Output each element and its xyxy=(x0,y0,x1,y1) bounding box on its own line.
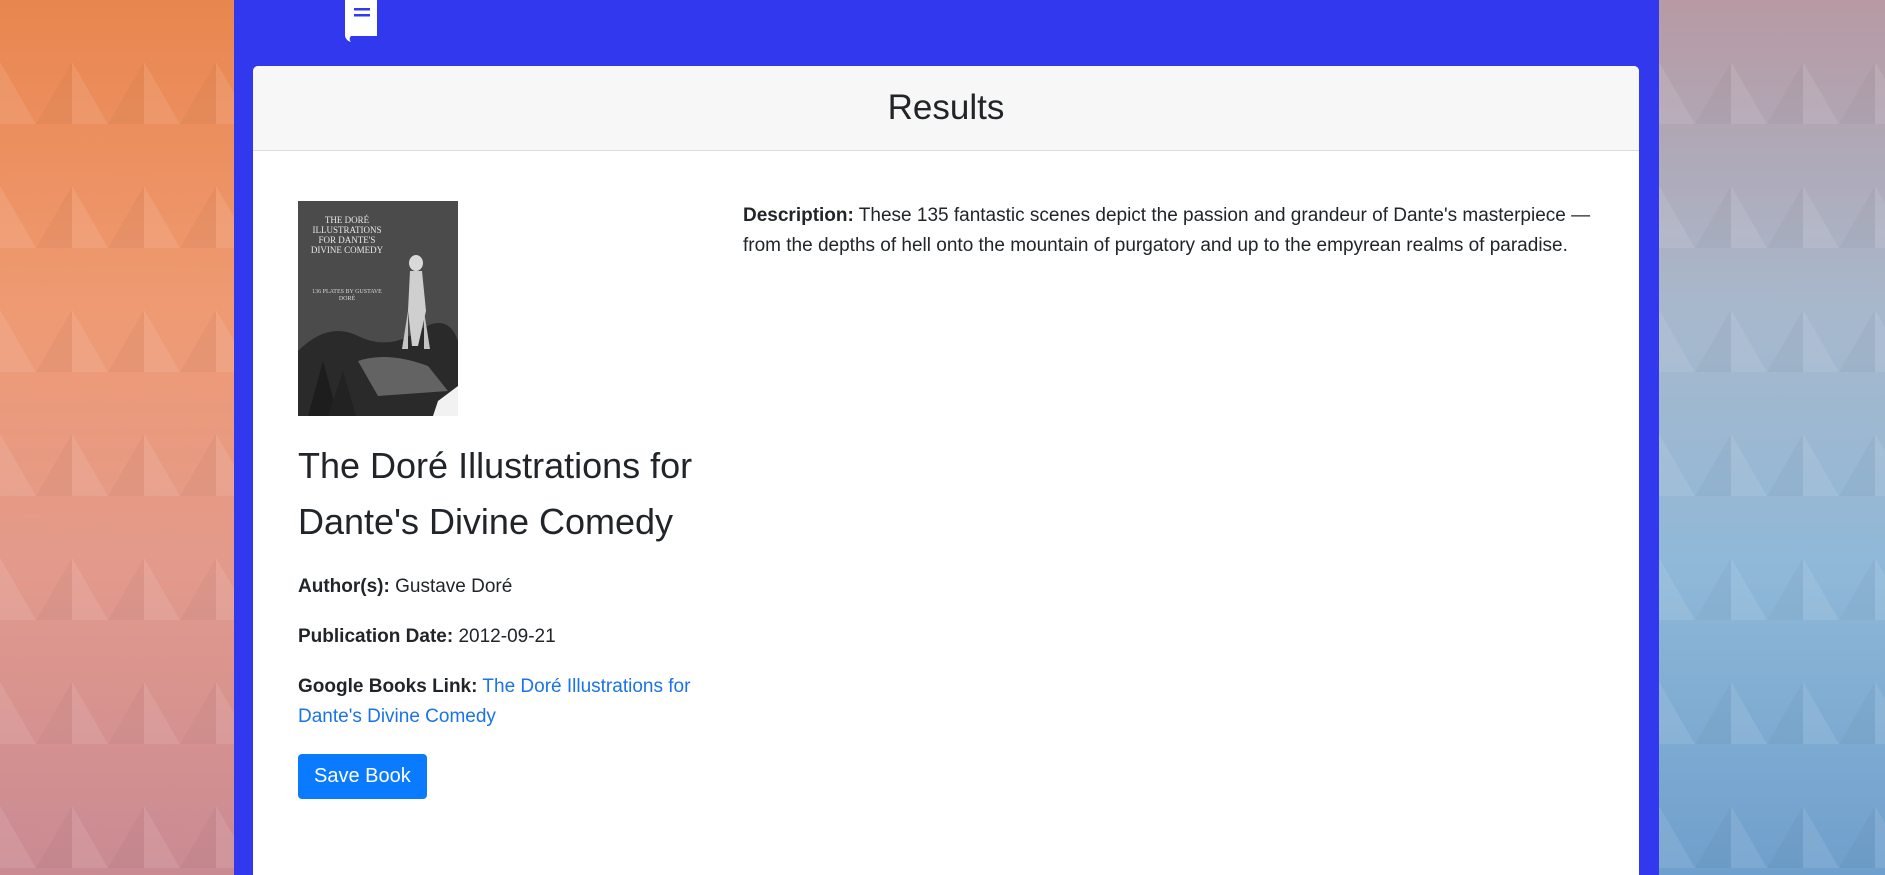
google-books-label: Google Books Link: xyxy=(298,676,478,697)
background-pattern-right xyxy=(1659,0,1885,875)
publication-line: Publication Date: 2012-09-21 xyxy=(298,622,693,652)
description-label: Description: xyxy=(743,205,854,226)
authors-value: Gustave Doré xyxy=(395,576,513,597)
publication-label: Publication Date: xyxy=(298,626,454,647)
description-text: These 135 fantastic scenes depict the pa… xyxy=(743,205,1591,256)
results-header: Results xyxy=(253,66,1639,151)
book-title: The Doré Illustrations for Dante's Divin… xyxy=(298,445,693,542)
results-card: Results THE DORÉ ILLUSTRATIONS FOR DANTE… xyxy=(253,66,1639,875)
authors-line: Author(s): Gustave Doré xyxy=(298,572,693,602)
publication-value: 2012-09-21 xyxy=(458,626,556,647)
book-icon[interactable] xyxy=(339,0,383,42)
book-summary: THE DORÉ ILLUSTRATIONS FOR DANTE'S DIVIN… xyxy=(298,201,693,799)
google-books-line: Google Books Link: The Doré Illustration… xyxy=(298,672,693,732)
cover-title-text: THE DORÉ ILLUSTRATIONS FOR DANTE'S DIVIN… xyxy=(310,215,384,255)
app-container: Results THE DORÉ ILLUSTRATIONS FOR DANTE… xyxy=(234,0,1659,875)
save-book-button[interactable]: Save Book xyxy=(298,754,427,799)
page-title: Results xyxy=(887,88,1005,127)
authors-label: Author(s): xyxy=(298,576,390,597)
background-pattern-left xyxy=(0,0,234,875)
cover-subtitle-text: 136 PLATES BY GUSTAVE DORÉ xyxy=(312,289,382,302)
book-cover-image: THE DORÉ ILLUSTRATIONS FOR DANTE'S DIVIN… xyxy=(298,201,458,416)
book-description: Description: These 135 fantastic scenes … xyxy=(743,201,1603,261)
